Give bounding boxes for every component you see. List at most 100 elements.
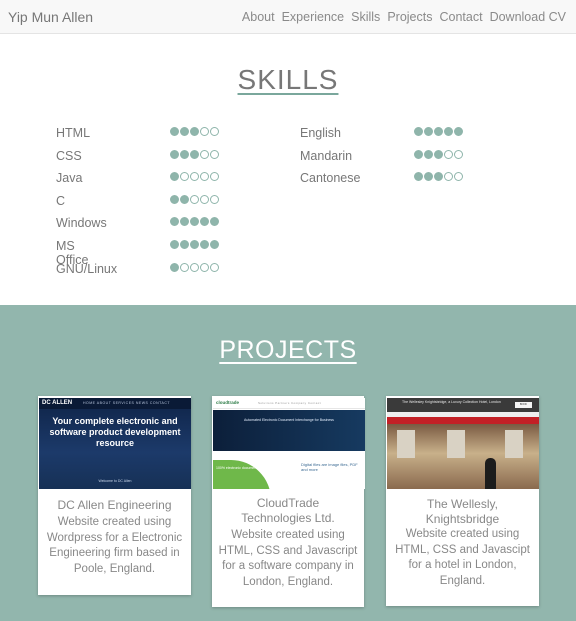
rating-dot-empty bbox=[190, 172, 199, 182]
thumb-hero-text: Automated Electronic Document Interchang… bbox=[244, 418, 334, 422]
thumb-header-bar: The Wellesley Knightsbridge, a Luxury Co… bbox=[387, 398, 539, 412]
thumb-logo: cloudtrade bbox=[216, 400, 240, 405]
thumb-window bbox=[397, 430, 415, 458]
thumb-headline: Your complete electronic and software pr… bbox=[49, 416, 181, 448]
skill-rating bbox=[170, 239, 219, 249]
rating-dot-empty bbox=[210, 262, 219, 272]
rating-dot-empty bbox=[444, 149, 453, 159]
thumb-header-text: The Wellesley Knightsbridge, a Luxury Co… bbox=[402, 400, 501, 404]
rating-dot-filled bbox=[414, 149, 423, 159]
skill-rating bbox=[170, 127, 219, 136]
rating-dot-empty bbox=[444, 172, 453, 182]
rating-dot-empty bbox=[200, 127, 209, 136]
skill-rating bbox=[170, 149, 219, 159]
rating-dot-filled bbox=[424, 127, 433, 136]
project-title: DC Allen Engineering bbox=[57, 498, 172, 512]
rating-dot-filled bbox=[444, 127, 453, 136]
skill-rating bbox=[170, 172, 219, 182]
rating-dot-empty bbox=[454, 149, 463, 159]
thumb-hero: Automated Electronic Document Interchang… bbox=[213, 410, 365, 451]
rating-dot-filled bbox=[170, 127, 179, 136]
rating-dot-empty bbox=[200, 194, 209, 204]
rating-dot-filled bbox=[190, 217, 199, 227]
rating-dot-filled bbox=[190, 127, 199, 136]
rating-dot-empty bbox=[190, 194, 199, 204]
rating-dot-filled bbox=[170, 262, 179, 272]
rating-dot-empty bbox=[200, 262, 209, 272]
project-description: Website created using Wordpress for a El… bbox=[46, 516, 183, 575]
rating-dot-empty bbox=[210, 149, 219, 159]
rating-dot-empty bbox=[190, 262, 199, 272]
rating-dot-empty bbox=[200, 172, 209, 182]
thumb-green-text: 100% electronic documents in days bbox=[216, 466, 272, 470]
rating-dot-filled bbox=[180, 149, 189, 159]
brand-link[interactable]: Yip Mun Allen bbox=[8, 9, 93, 25]
skill-rating bbox=[414, 127, 463, 136]
rating-dot-filled bbox=[424, 172, 433, 182]
skill-name: Java bbox=[56, 171, 83, 186]
skill-rating bbox=[170, 194, 219, 204]
nav-links: About Experience Skills Projects Contact… bbox=[242, 10, 566, 24]
skill-name: CSS bbox=[56, 148, 82, 163]
thumb-green-shape bbox=[213, 460, 271, 489]
thumb-subtext: Welcome to DC Allen bbox=[98, 479, 132, 483]
project-title: CloudTrade Technologies Ltd. bbox=[241, 496, 335, 525]
rating-dot-filled bbox=[180, 239, 189, 249]
rating-dot-filled bbox=[200, 217, 209, 227]
rating-dot-filled bbox=[200, 239, 209, 249]
nav-link-about[interactable]: About bbox=[242, 10, 275, 24]
rating-dot-filled bbox=[190, 239, 199, 249]
project-card-wellesley[interactable]: The Wellesley Knightsbridge, a Luxury Co… bbox=[386, 396, 539, 606]
rating-dot-empty bbox=[210, 172, 219, 182]
thumb-logo: DC ALLEN bbox=[42, 400, 73, 406]
project-title: The Wellesly, Knightsbridge bbox=[425, 497, 500, 526]
rating-dot-filled bbox=[170, 239, 179, 249]
thumb-menu: Solutions Partners Company Contact bbox=[258, 401, 321, 405]
thumb-window bbox=[447, 430, 465, 458]
skill-name: HTML bbox=[56, 126, 91, 140]
rating-dot-empty bbox=[180, 172, 189, 182]
project-description: Website created using HTML, CSS and Java… bbox=[395, 528, 530, 587]
rating-dot-filled bbox=[414, 127, 423, 136]
project-thumbnail[interactable]: The Wellesley Knightsbridge, a Luxury Co… bbox=[387, 398, 539, 489]
nav-link-projects[interactable]: Projects bbox=[387, 10, 432, 24]
skill-name: C bbox=[56, 193, 66, 208]
projects-section: PROJECTS DC ALLEN HOME ABOUT SERVICES NE… bbox=[0, 305, 576, 621]
thumb-book-button: BOOK bbox=[515, 402, 532, 408]
rating-dot-filled bbox=[180, 194, 189, 204]
project-description: Website created using HTML, CSS and Java… bbox=[218, 529, 358, 588]
project-thumbnail[interactable]: DC ALLEN HOME ABOUT SERVICES NEWS CONTAC… bbox=[39, 398, 191, 489]
rating-dot-empty bbox=[180, 262, 189, 272]
rating-dot-empty bbox=[200, 149, 209, 159]
thumb-red-bar bbox=[387, 417, 539, 424]
rating-dot-filled bbox=[434, 127, 443, 136]
skill-name: Mandarin bbox=[300, 148, 353, 163]
skill-name: English bbox=[300, 126, 341, 140]
rating-dot-filled bbox=[170, 149, 179, 159]
rating-dot-filled bbox=[424, 149, 433, 159]
rating-dot-filled bbox=[170, 217, 179, 227]
rating-dot-filled bbox=[210, 217, 219, 227]
skill-rating bbox=[414, 172, 463, 182]
project-card-dc-allen[interactable]: DC ALLEN HOME ABOUT SERVICES NEWS CONTAC… bbox=[38, 396, 191, 595]
rating-dot-filled bbox=[180, 127, 189, 136]
nav-link-skills[interactable]: Skills bbox=[351, 10, 380, 24]
rating-dot-empty bbox=[210, 127, 219, 136]
rating-dot-filled bbox=[210, 239, 219, 249]
project-thumbnail[interactable]: cloudtrade Solutions Partners Company Co… bbox=[213, 398, 365, 489]
rating-dot-filled bbox=[190, 149, 199, 159]
thumb-right-text: Digital files are image files, PDF and m… bbox=[301, 462, 358, 472]
rating-dot-filled bbox=[434, 172, 443, 182]
project-card-cloudtrade[interactable]: cloudtrade Solutions Partners Company Co… bbox=[212, 396, 365, 607]
rating-dot-filled bbox=[180, 217, 189, 227]
skill-name: Windows bbox=[56, 216, 107, 231]
rating-dot-filled bbox=[170, 172, 179, 182]
navbar: Yip Mun Allen About Experience Skills Pr… bbox=[0, 0, 576, 34]
rating-dot-empty bbox=[454, 172, 463, 182]
skill-rating bbox=[414, 149, 463, 159]
nav-link-experience[interactable]: Experience bbox=[282, 10, 345, 24]
thumb-doorman bbox=[485, 458, 496, 489]
nav-link-contact[interactable]: Contact bbox=[439, 10, 482, 24]
rating-dot-empty bbox=[210, 194, 219, 204]
nav-link-download-cv[interactable]: Download CV bbox=[490, 10, 566, 24]
